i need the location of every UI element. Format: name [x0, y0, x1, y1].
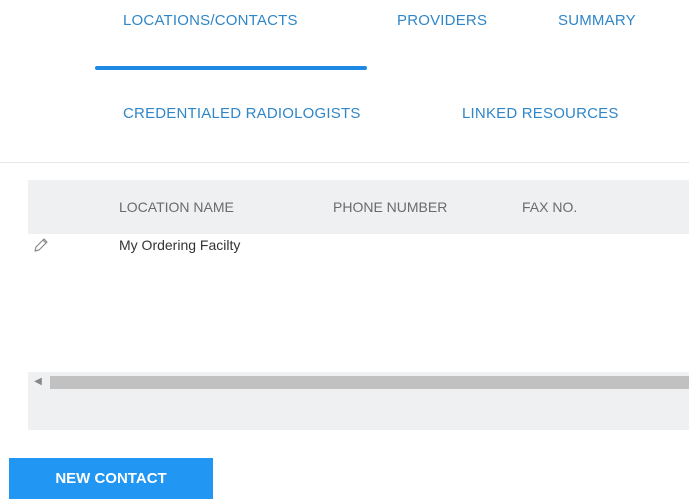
horizontal-scrollbar[interactable]: ◀ — [28, 372, 689, 430]
column-header-fax-no[interactable]: FAX NO. — [522, 199, 577, 215]
column-header-phone-number[interactable]: PHONE NUMBER — [333, 199, 447, 215]
scroll-left-arrow-icon[interactable]: ◀ — [30, 374, 46, 390]
tab-credentialed-radiologists[interactable]: CREDENTIALED RADIOLOGISTS — [123, 105, 361, 122]
cell-location-name: My Ordering Facilty — [119, 237, 241, 253]
grid-header: LOCATION NAME PHONE NUMBER FAX NO. — [28, 180, 689, 234]
tab-providers[interactable]: PROVIDERS — [397, 12, 487, 29]
pencil-icon[interactable] — [32, 236, 50, 254]
active-tab-indicator — [95, 66, 367, 70]
table-row[interactable]: My Ordering Facilty — [28, 234, 689, 268]
new-contact-button[interactable]: NEW CONTACT — [9, 458, 213, 499]
column-header-location-name[interactable]: LOCATION NAME — [119, 199, 234, 215]
tabs-divider — [0, 162, 689, 163]
locations-grid: LOCATION NAME PHONE NUMBER FAX NO. My Or… — [28, 180, 689, 430]
scrollbar-thumb[interactable] — [50, 376, 689, 389]
tab-locations-contacts[interactable]: LOCATIONS/CONTACTS — [123, 12, 298, 29]
tab-summary[interactable]: SUMMARY — [558, 12, 636, 29]
tab-linked-resources[interactable]: LINKED RESOURCES — [462, 105, 619, 122]
